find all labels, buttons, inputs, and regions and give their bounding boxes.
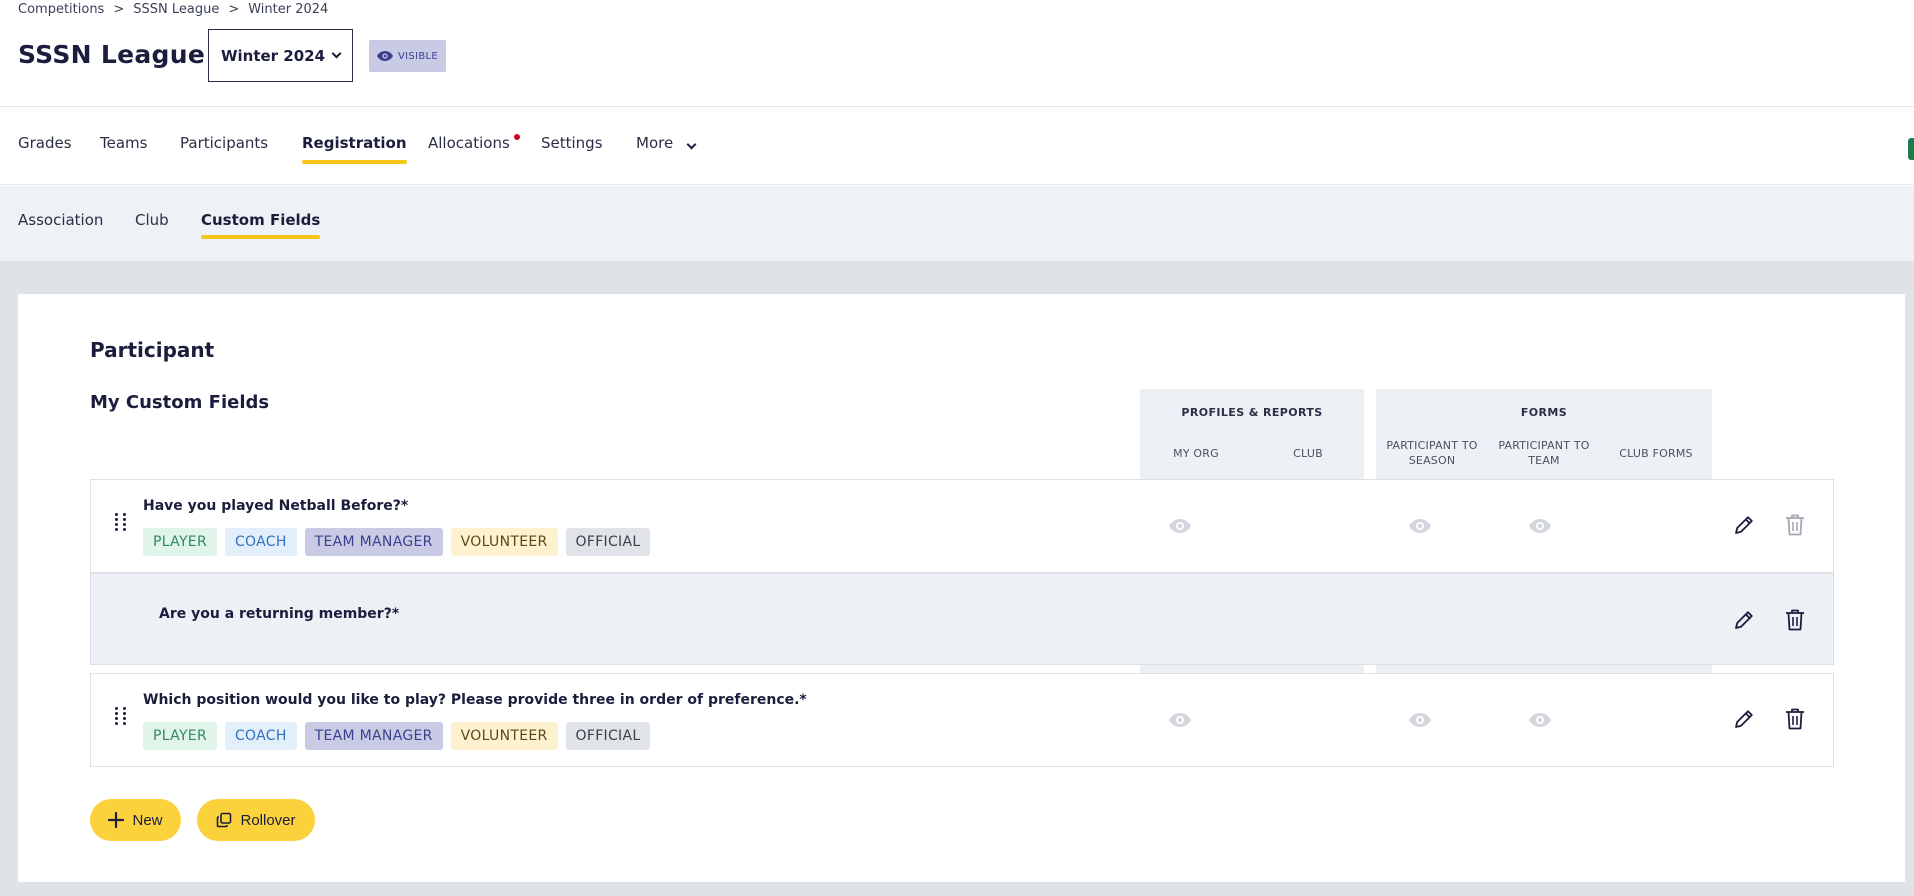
tag-volunteer: VOLUNTEER	[450, 722, 558, 750]
tag-team-manager: TEAM MANAGER	[304, 528, 443, 556]
breadcrumb-separator: >	[113, 2, 125, 17]
breadcrumb-season: Winter 2024	[248, 2, 329, 17]
eye-icon[interactable]	[1408, 712, 1432, 728]
breadcrumb: Competitions > SSSN League > Winter 2024	[18, 2, 328, 17]
profiles-reports-header: PROFILES & REPORTS	[1181, 406, 1323, 419]
custom-field-row: Have you played Netball Before?* PLAYER …	[90, 479, 1834, 573]
section-title: Participant	[90, 338, 215, 362]
column-participant-to-team: PARTICIPANT TO TEAM	[1498, 439, 1590, 467]
eye-icon[interactable]	[1408, 518, 1432, 534]
field-question: Which position would you like to play? P…	[143, 692, 807, 708]
nav-more-label: More	[636, 134, 674, 152]
nav-participants[interactable]: Participants	[180, 134, 268, 152]
subnav-club[interactable]: Club	[135, 211, 169, 229]
tag-volunteer: VOLUNTEER	[450, 528, 558, 556]
column-participant-to-season: PARTICIPANT TO SEASON	[1386, 439, 1478, 467]
nav-teams[interactable]: Teams	[100, 134, 147, 152]
visibility-badge: VISIBLE	[369, 40, 446, 72]
role-tags: PLAYER COACH TEAM MANAGER VOLUNTEER OFFI…	[143, 528, 651, 556]
column-club-forms: CLUB FORMS	[1619, 447, 1693, 460]
season-select-value: Winter 2024	[220, 46, 326, 65]
trash-icon[interactable]	[1785, 608, 1805, 632]
rollover-button[interactable]: Rollover	[197, 799, 315, 841]
rollover-button-label: Rollover	[240, 811, 296, 829]
tag-team-manager: TEAM MANAGER	[304, 722, 443, 750]
plus-icon	[108, 812, 125, 828]
custom-field-row-nested: Are you a returning member?*	[90, 573, 1834, 665]
eye-icon	[377, 51, 394, 61]
tag-player: PLAYER	[143, 722, 217, 750]
trash-icon[interactable]	[1785, 707, 1805, 731]
main-nav: Grades Teams Participants Registration A…	[0, 108, 1914, 185]
forms-header: FORMS	[1520, 406, 1568, 419]
tag-player: PLAYER	[143, 528, 217, 556]
tag-official: OFFICIAL	[565, 528, 651, 556]
column-club: CLUB	[1293, 447, 1323, 460]
field-question: Are you a returning member?*	[159, 606, 400, 622]
drag-handle-icon[interactable]	[115, 707, 127, 733]
new-button[interactable]: New	[90, 799, 181, 841]
visibility-badge-label: VISIBLE	[398, 50, 438, 62]
eye-icon[interactable]	[1168, 712, 1192, 728]
trash-icon[interactable]	[1785, 513, 1805, 537]
nav-registration[interactable]: Registration	[302, 134, 407, 164]
subsection-title: My Custom Fields	[90, 392, 270, 413]
season-select[interactable]: Winter 2024	[208, 29, 353, 82]
drag-handle-icon[interactable]	[115, 513, 127, 539]
eye-icon[interactable]	[1168, 518, 1192, 534]
field-question: Have you played Netball Before?*	[143, 498, 409, 514]
nav-allocations[interactable]: Allocations	[428, 134, 510, 152]
role-tags: PLAYER COACH TEAM MANAGER VOLUNTEER OFFI…	[143, 722, 651, 750]
eye-icon[interactable]	[1528, 518, 1552, 534]
page-header: Competitions > SSSN League > Winter 2024…	[0, 0, 1914, 107]
nav-more[interactable]: More	[636, 134, 697, 152]
notification-dot	[514, 134, 520, 140]
sub-nav: Association Club Custom Fields	[0, 186, 1914, 261]
subnav-association[interactable]: Association	[18, 211, 103, 229]
nav-grades[interactable]: Grades	[18, 134, 72, 152]
pencil-icon[interactable]	[1733, 514, 1755, 536]
breadcrumb-league[interactable]: SSSN League	[133, 2, 219, 17]
pencil-icon[interactable]	[1733, 708, 1755, 730]
copy-icon	[217, 812, 232, 828]
new-button-label: New	[132, 811, 163, 829]
column-my-org: MY ORG	[1173, 447, 1219, 460]
breadcrumb-separator: >	[228, 2, 240, 17]
page-title: SSSN League	[18, 40, 206, 69]
eye-icon[interactable]	[1528, 712, 1552, 728]
chevron-down-icon	[331, 48, 342, 59]
tag-official: OFFICIAL	[565, 722, 651, 750]
tag-coach: COACH	[224, 722, 297, 750]
pencil-icon[interactable]	[1733, 609, 1755, 631]
edge-indicator	[1908, 138, 1914, 160]
chevron-down-icon	[686, 139, 697, 150]
nav-settings[interactable]: Settings	[541, 134, 603, 152]
breadcrumb-competitions[interactable]: Competitions	[18, 2, 104, 17]
custom-field-row: Which position would you like to play? P…	[90, 673, 1834, 767]
tag-coach: COACH	[224, 528, 297, 556]
subnav-custom-fields[interactable]: Custom Fields	[201, 211, 321, 239]
